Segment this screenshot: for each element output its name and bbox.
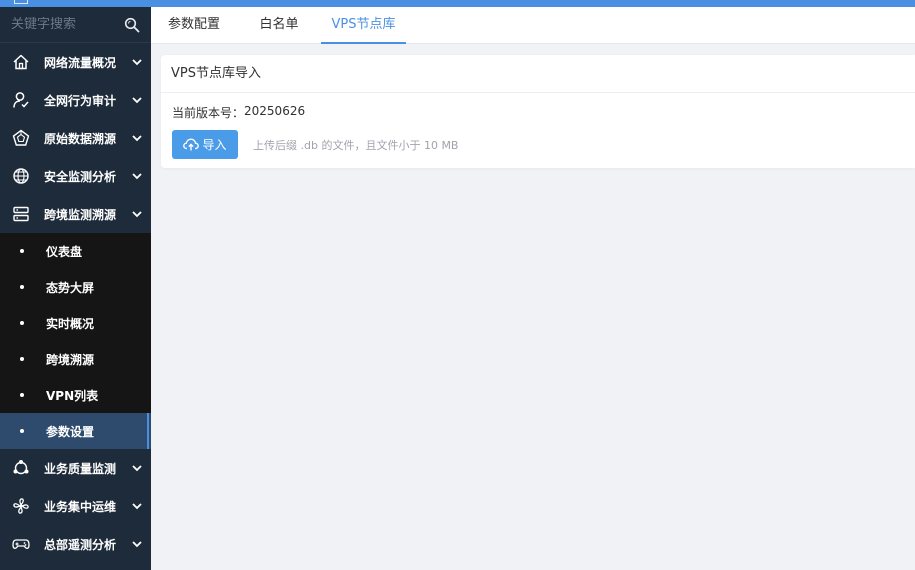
submenu-item-dashboard[interactable]: 仪表盘 [0, 233, 151, 269]
version-info: 当前版本号： 20250626 [172, 104, 915, 121]
submenu-item-vpn-list[interactable]: VPN列表 [0, 377, 151, 413]
tab-param-config[interactable]: 参数配置 [168, 7, 220, 44]
submenu-item-label: VPN列表 [46, 388, 99, 403]
sidebar-item-raw-data-trace[interactable]: 原始数据溯源 [0, 119, 151, 157]
chevron-down-icon [131, 172, 143, 180]
fan-icon [11, 496, 31, 516]
submenu-item-label: 参数设置 [46, 424, 95, 439]
submenu-item-label: 跨境溯源 [46, 352, 95, 367]
tab-vps-node-library[interactable]: VPS节点库 [321, 7, 406, 44]
submenu-item-big-screen[interactable]: 态势大屏 [0, 269, 151, 305]
import-button[interactable]: 导入 [172, 130, 238, 159]
gamepad-icon [11, 534, 31, 554]
submenu-item-cross-trace[interactable]: 跨境溯源 [0, 341, 151, 377]
chevron-down-icon [131, 502, 143, 510]
submenu-item-realtime[interactable]: 实时概况 [0, 305, 151, 341]
chevron-down-icon [131, 96, 143, 104]
tab-bar: 参数配置 白名单 VPS节点库 [151, 7, 915, 44]
bullet-icon [20, 429, 24, 433]
search-icon[interactable] [123, 16, 141, 34]
sidebar-item-central-ops[interactable]: 业务集中运维 [0, 487, 151, 525]
submenu-item-label: 仪表盘 [46, 244, 83, 259]
chevron-down-icon [131, 134, 143, 142]
sidebar-item-cross-border-trace[interactable]: 跨境监测溯源 [0, 195, 151, 233]
version-label: 当前版本号： [172, 106, 245, 120]
chevron-down-icon [131, 464, 143, 472]
logo-icon [14, 0, 28, 4]
chevron-down-icon [131, 58, 143, 66]
tab-whitelist[interactable]: 白名单 [259, 7, 299, 44]
bullet-icon [20, 249, 24, 253]
submenu-item-label: 态势大屏 [46, 280, 95, 295]
user-audit-icon [11, 90, 31, 110]
upload-hint: 上传后缀 .db 的文件，且文件小于 10 MB [253, 138, 459, 152]
chevron-down-icon [131, 210, 143, 218]
vps-import-card: VPS节点库导入 当前版本号： 20250626 导入 上传后缀 .db 的文件… [161, 55, 915, 168]
bullet-icon [20, 321, 24, 325]
sidebar-item-hq-telemetry[interactable]: 总部遥测分析 [0, 525, 151, 563]
sidebar-item-label: 业务集中运维 [44, 499, 117, 514]
sidebar: 网络流量概况 全网行为审计 原始数据溯源 安全监测分析 跨境监测溯源 仪表盘 态… [0, 7, 151, 570]
pentagon-icon [11, 128, 31, 148]
bullet-icon [20, 285, 24, 289]
sidebar-item-behavior-audit[interactable]: 全网行为审计 [0, 81, 151, 119]
bullet-icon [20, 357, 24, 361]
version-value: 20250626 [244, 104, 306, 118]
sidebar-item-label: 安全监测分析 [44, 169, 117, 184]
sidebar-item-security-analysis[interactable]: 安全监测分析 [0, 157, 151, 195]
card-title: VPS节点库导入 [161, 55, 915, 93]
sidebar-search [0, 7, 151, 43]
sidebar-item-label: 总部遥测分析 [44, 537, 117, 552]
globe-icon [11, 166, 31, 186]
sidebar-item-label: 全网行为审计 [44, 93, 117, 108]
home-icon [11, 52, 31, 72]
server-stack-icon [11, 204, 31, 224]
sidebar-item-label: 跨境监测溯源 [44, 207, 117, 222]
bullet-icon [20, 393, 24, 397]
search-input[interactable] [11, 17, 123, 32]
cloud-upload-icon [183, 138, 200, 151]
nodes-icon [11, 458, 31, 478]
chevron-down-icon [131, 540, 143, 548]
sidebar-item-quality-monitor[interactable]: 业务质量监测 [0, 449, 151, 487]
sidebar-item-label: 网络流量概况 [44, 55, 117, 70]
import-button-label: 导入 [202, 138, 227, 152]
top-accent-bar [0, 0, 915, 7]
submenu-item-label: 实时概况 [46, 316, 95, 331]
submenu-cross-border: 仪表盘 态势大屏 实时概况 跨境溯源 VPN列表 参数设置 [0, 233, 151, 449]
submenu-item-settings[interactable]: 参数设置 [0, 413, 151, 449]
sidebar-item-label: 业务质量监测 [44, 461, 117, 476]
sidebar-item-label: 原始数据溯源 [44, 131, 117, 146]
sidebar-item-network-overview[interactable]: 网络流量概况 [0, 43, 151, 81]
